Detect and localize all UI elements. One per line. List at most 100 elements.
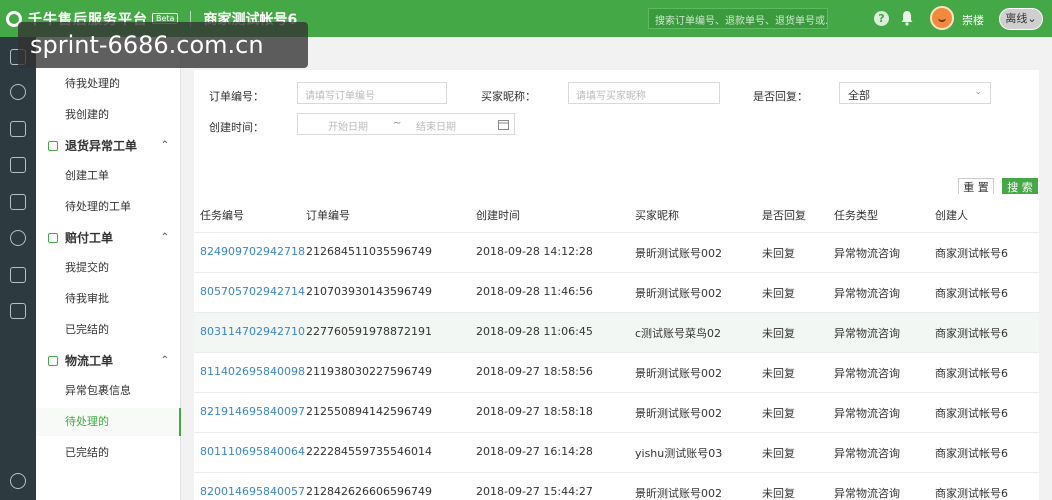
table-cell: 211938030227596749 xyxy=(306,365,432,378)
table-cell: 商家测试帐号6 xyxy=(935,447,1008,460)
sidebar-item-label: 我提交的 xyxy=(65,261,109,274)
chevron-up-icon[interactable]: ⌃ xyxy=(161,132,169,160)
list-icon[interactable] xyxy=(10,157,26,173)
sidebar-item[interactable]: 创建工单 xyxy=(36,162,181,190)
column-header[interactable]: 订单编号 xyxy=(306,207,350,223)
sidebar-item[interactable]: 待我审批 xyxy=(36,285,181,313)
date-separator: ~ xyxy=(393,118,402,129)
task-id-link[interactable]: 824909702942718 xyxy=(200,245,305,258)
table-cell: 商家测试帐号6 xyxy=(935,247,1008,260)
chevron-down-icon: ⌄ xyxy=(974,87,982,97)
breadcrumb xyxy=(181,37,1052,70)
help-icon[interactable]: ? xyxy=(874,11,889,26)
ticket-icon[interactable] xyxy=(10,194,26,210)
username[interactable]: 崇楼 xyxy=(962,12,984,28)
end-date-input[interactable]: 结束日期 xyxy=(416,118,456,133)
avatar[interactable] xyxy=(930,6,954,30)
main-content: 订单编号： 请填写订单编号 买家昵称： 请填写买家昵称 是否回复： 全部 ⌄ 创… xyxy=(18,22,1052,500)
date-range-picker[interactable]: 开始日期 ~ 结束日期 xyxy=(297,113,515,135)
replied-select[interactable]: 全部 ⌄ xyxy=(839,82,991,104)
table-cell: 2018-09-28 14:12:28 xyxy=(476,245,593,258)
order-no-input[interactable]: 请填写订单编号 xyxy=(297,82,447,104)
table-cell: 212842626606596749 xyxy=(306,485,432,498)
sidebar-item[interactable]: 我提交的 xyxy=(36,254,181,282)
sidebar-item[interactable]: 已完结的 xyxy=(36,316,181,344)
table-cell: 227760591978872191 xyxy=(306,325,432,338)
column-header[interactable]: 是否回复 xyxy=(762,207,806,223)
table-cell: 异常物流咨询 xyxy=(834,487,900,500)
sidebar-item-label: 已完结的 xyxy=(65,446,109,459)
column-header[interactable]: 买家昵称 xyxy=(635,207,679,223)
column-header[interactable]: 创建时间 xyxy=(476,207,520,223)
table-cell: c测试账号菜鸟02 xyxy=(635,327,722,340)
sidebar-item-label: 待处理的 xyxy=(65,415,109,428)
table-cell: 2018-09-28 11:46:56 xyxy=(476,285,593,298)
sidebar-item-label: 我创建的 xyxy=(65,108,109,121)
sidebar-group[interactable]: 赔付工单 ⌃ xyxy=(36,224,181,252)
task-id-link[interactable]: 820014695840057 xyxy=(200,485,305,498)
tasks-table: 任务编号 订单编号 创建时间 买家昵称 是否回复 任务类型 创建人 8249097029427… xyxy=(194,194,1039,500)
table-cell: 未回复 xyxy=(762,247,795,260)
table-cell: 2018-09-27 16:14:28 xyxy=(476,445,593,458)
chevron-up-icon[interactable]: ⌃ xyxy=(161,347,169,375)
table-cell: 异常物流咨询 xyxy=(834,287,900,300)
sidebar-item-label: 异常包裹信息 xyxy=(65,384,131,397)
sidebar-item-label: 赔付工单 xyxy=(65,231,114,245)
sidebar-item[interactable]: 待处理的 xyxy=(36,408,181,436)
order-no-label: 订单编号： xyxy=(209,90,264,103)
global-search-input[interactable]: 搜索订单编号、退款单号、退货单号或... xyxy=(648,8,828,29)
chevron-up-icon[interactable]: ⌃ xyxy=(161,224,169,252)
table-row[interactable]: 801110695840064 222284559735546014 2018-09… xyxy=(194,432,1039,472)
table-cell: 222284559735546014 xyxy=(306,445,432,458)
buyer-input[interactable]: 请填写买家昵称 xyxy=(568,82,720,104)
table-cell: 2018-09-27 18:58:18 xyxy=(476,405,593,418)
task-id-link[interactable]: 803114702942710 xyxy=(200,325,305,338)
table-cell: 景昕测试账号002 xyxy=(635,287,722,300)
list-icon xyxy=(48,141,58,151)
sidebar-item-label: 创建工单 xyxy=(65,169,109,182)
settings-icon[interactable] xyxy=(10,473,26,489)
column-header[interactable]: 任务编号 xyxy=(200,207,244,223)
sidebar-item[interactable]: 待处理的工单 xyxy=(36,193,181,221)
task-id-link[interactable]: 821914695840097 xyxy=(200,405,305,418)
table-row[interactable]: 811402695840098 211938030227596749 2018-09… xyxy=(194,352,1039,392)
table-cell: 景昕测试账号002 xyxy=(635,247,722,260)
icon-rail xyxy=(0,37,36,500)
sidebar-item[interactable]: 我创建的 xyxy=(36,101,181,129)
table-row[interactable]: 805705702942714 210703930143596749 2018-09… xyxy=(194,272,1039,312)
table-cell: 景昕测试账号002 xyxy=(635,367,722,380)
sidebar-item-label: 待我审批 xyxy=(65,292,109,305)
sidebar-item[interactable]: 已完结的 xyxy=(36,439,181,467)
money-icon[interactable] xyxy=(10,84,26,100)
task-id-link[interactable]: 811402695840098 xyxy=(200,365,305,378)
status-label: 离线 xyxy=(1005,12,1028,25)
sidebar-group[interactable]: 退货异常工单 ⌃ xyxy=(36,132,181,160)
column-header[interactable]: 任务类型 xyxy=(834,207,878,223)
task-id-link[interactable]: 805705702942714 xyxy=(200,285,305,298)
table-cell: 2018-09-28 11:06:45 xyxy=(476,325,593,338)
table-row[interactable]: 803114702942710 227760591978872191 2018-09… xyxy=(194,312,1039,352)
sidebar-item[interactable]: 异常包裹信息 xyxy=(36,377,181,405)
table-cell: 异常物流咨询 xyxy=(834,327,900,340)
rocket-icon[interactable] xyxy=(10,121,26,137)
column-header[interactable]: 创建人 xyxy=(935,207,968,223)
table-cell: 未回复 xyxy=(762,287,795,300)
sidebar-group[interactable]: 物流工单 ⌃ xyxy=(36,347,181,375)
users-icon[interactable] xyxy=(10,267,26,283)
table-row[interactable]: 824909702942718 212684511035596749 2018-09… xyxy=(194,232,1039,272)
table-cell: 景昕测试账号002 xyxy=(635,487,722,500)
table-cell: 2018-09-27 18:58:56 xyxy=(476,365,593,378)
start-date-input[interactable]: 开始日期 xyxy=(328,118,368,133)
table-row[interactable]: 820014695840057 212842626606596749 2018-09… xyxy=(194,472,1039,500)
online-status-toggle[interactable]: 离线⌄ xyxy=(999,8,1043,30)
table-cell: 未回复 xyxy=(762,447,795,460)
table-cell: 未回复 xyxy=(762,367,795,380)
compass-icon[interactable] xyxy=(10,230,26,246)
calendar-icon[interactable] xyxy=(10,303,26,319)
table-row[interactable]: 821914695840097 212550894142596749 2018-09… xyxy=(194,392,1039,432)
bell-icon[interactable] xyxy=(899,10,915,26)
replied-value: 全部 xyxy=(848,89,870,102)
sidebar-item-label: 已完结的 xyxy=(65,323,109,336)
task-id-link[interactable]: 801110695840064 xyxy=(200,445,305,458)
sidebar-item[interactable]: 待我处理的 xyxy=(36,70,181,98)
